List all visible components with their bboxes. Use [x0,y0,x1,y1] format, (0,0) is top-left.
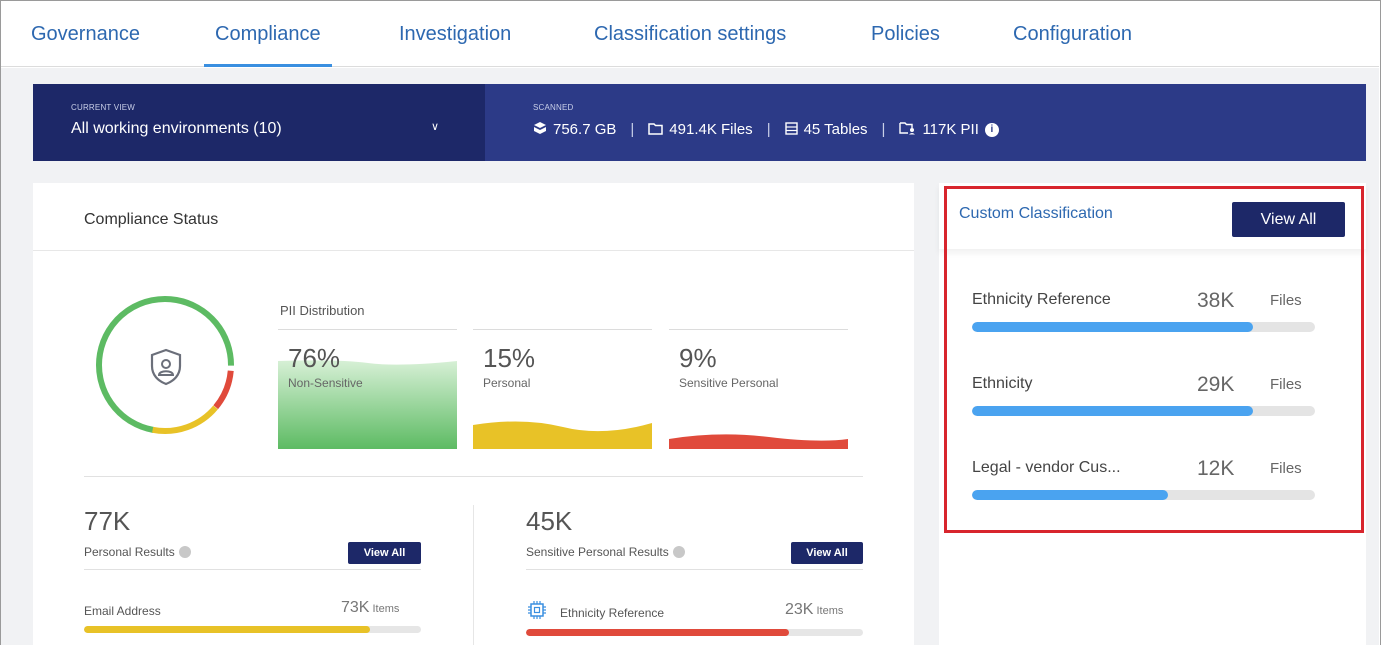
top-nav: Governance Compliance Investigation Clas… [1,1,1379,67]
folder-icon [648,122,664,138]
tab-investigation[interactable]: Investigation [399,23,511,46]
database-icon [533,121,547,138]
sensitive-item-bar [526,629,863,636]
pii-pct: 15% [483,343,536,373]
tab-compliance[interactable]: Compliance [204,23,332,67]
scanned-caption: SCANNED [533,103,574,112]
personal-results-label-text: Personal Results [84,545,175,559]
bar-fill [972,406,1254,416]
divider [473,329,652,330]
divider [669,329,848,330]
personal-item-bar [84,626,421,633]
pii-distribution-title: PII Distribution [280,303,365,318]
chip-icon [528,601,546,619]
cc-item-bar [972,322,1315,332]
sensitive-item-value: 23K Items [785,601,843,619]
item-unit: Items [816,605,844,617]
cc-item-unit: Files [1270,376,1302,393]
tab-classification-settings[interactable]: Classification settings [594,23,786,46]
cc-item-unit: Files [1270,460,1302,477]
tab-governance[interactable]: Governance [31,23,140,46]
separator: | [881,121,886,138]
pii-sensitive-personal[interactable]: 9% Sensitive Personal [669,329,848,449]
working-environment-selector[interactable]: CURRENT VIEW All working environments (1… [33,84,485,161]
separator: | [630,121,635,138]
scan-stats: 756.7 GB | 491.4K Files | 45 Tables | 11… [533,121,999,138]
personal-item-value: 73K Items [341,599,399,617]
custom-classification-header: Custom Classification View All [939,183,1366,249]
chevron-down-icon[interactable]: ∨ [431,120,439,133]
sensitive-results-label: Sensitive Personal Results [526,545,685,559]
pii-file-icon [899,121,916,138]
cc-item-unit: Files [1270,292,1302,309]
pii-non-sensitive[interactable]: 76% Non-Sensitive [278,329,457,449]
divider [84,569,421,570]
sensitive-view-all-button[interactable]: View All [791,542,863,564]
summary-banner: CURRENT VIEW All working environments (1… [33,84,1366,161]
cc-item-value: 38K [1197,289,1235,312]
divider [33,250,914,251]
personal-area [473,421,652,449]
current-view-value: All working environments (10) [71,120,282,137]
info-icon[interactable] [178,546,191,558]
info-icon[interactable] [672,546,685,558]
bar-fill [84,626,371,633]
divider [526,569,863,570]
tables-count: 45 Tables [803,121,868,138]
cc-item-bar [972,490,1315,500]
sensitive-results-label-text: Sensitive Personal Results [526,545,669,559]
item-unit: Items [372,603,400,615]
custom-classification-view-all-button[interactable]: View All [1232,202,1345,237]
pii-personal[interactable]: 15% Personal [473,329,652,449]
tab-configuration[interactable]: Configuration [1013,23,1132,46]
sensitive-area [669,434,848,449]
current-view-caption: CURRENT VIEW [71,103,136,112]
cc-item-bar [972,406,1315,416]
separator: | [766,121,771,138]
item-value: 73K [341,599,370,616]
pii-pct: 9% [679,343,717,373]
pii-label: Non-Sensitive [288,376,363,390]
pii-label: Personal [483,376,531,390]
cc-item-label[interactable]: Ethnicity [972,375,1032,393]
pii-pct: 76% [288,343,341,373]
divider [473,505,474,645]
cc-item-label[interactable]: Legal - vendor Cus... [972,459,1121,477]
sensitive-item-label[interactable]: Ethnicity Reference [560,606,664,620]
personal-item-label[interactable]: Email Address [84,604,161,618]
bar-fill [972,490,1168,500]
cc-item-value: 12K [1197,457,1235,480]
personal-view-all-button[interactable]: View All [348,542,421,564]
pii-count: 117K PII [922,121,979,138]
pii-label: Sensitive Personal [679,376,779,390]
compliance-status-card: Compliance Status PII Distribution 76% N… [33,183,914,645]
custom-classification-card: Custom Classification View All Ethnicity… [939,183,1366,645]
cc-item-value: 29K [1197,373,1235,396]
shield-user-icon [150,348,182,386]
item-value: 23K [785,601,814,618]
personal-results-label: Personal Results [84,545,191,559]
bar-fill [972,322,1254,332]
bar-fill [526,629,789,636]
personal-results-count: 77K [84,506,131,536]
divider [278,329,457,330]
sensitive-results-count: 45K [526,506,573,536]
compliance-status-title: Compliance Status [84,211,219,228]
table-icon [784,121,798,138]
custom-classification-title: Custom Classification [959,205,1113,222]
divider [84,476,863,477]
files-count: 491.4K Files [669,121,753,138]
tab-policies[interactable]: Policies [871,23,940,46]
cc-item-label[interactable]: Ethnicity Reference [972,291,1111,309]
info-icon[interactable]: i [984,122,999,137]
scanned-size: 756.7 GB [553,121,617,138]
